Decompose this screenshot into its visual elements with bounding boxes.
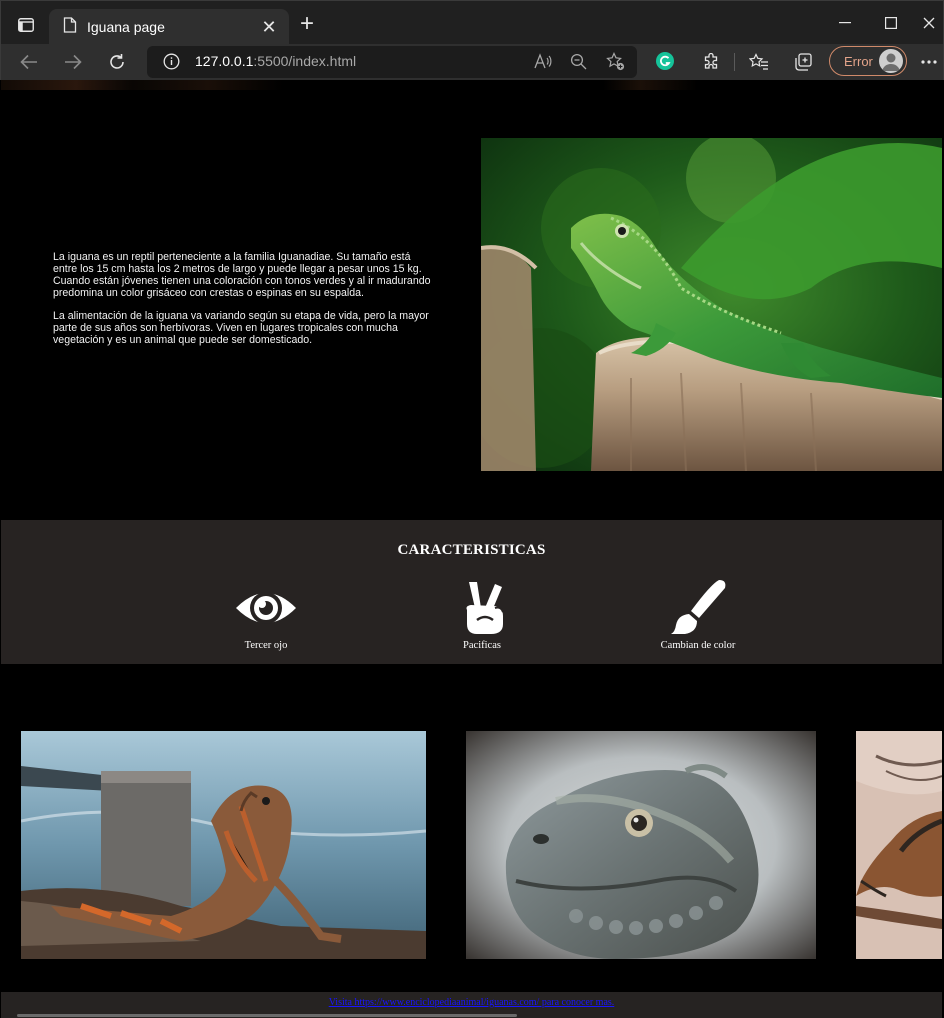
- extensions-icon[interactable]: [697, 48, 725, 76]
- close-icon[interactable]: ✕: [259, 17, 279, 37]
- profile-error-button[interactable]: Error: [829, 46, 907, 76]
- page-icon: [63, 16, 77, 38]
- tab-actions-icon[interactable]: [11, 11, 41, 39]
- grammarly-icon[interactable]: [656, 52, 674, 70]
- url-text[interactable]: 127.0.0.1:5500/index.html: [195, 53, 356, 69]
- feature-pacificas: Pacificas: [412, 578, 552, 651]
- feature-tercer-ojo: Tercer ojo: [196, 578, 336, 651]
- url-host: 127.0.0.1: [195, 53, 254, 69]
- browser-toolbar: 127.0.0.1:5500/index.html Error: [0, 44, 944, 80]
- page-viewport[interactable]: La iguana es un reptil perteneciente a l…: [1, 80, 942, 1018]
- features-title: CARACTERISTICAS: [397, 542, 546, 558]
- close-window-icon[interactable]: [913, 9, 944, 37]
- features-section: CARACTERISTICAS Tercer ojo Pacificas Cam…: [1, 520, 942, 664]
- horizontal-scrollbar[interactable]: [17, 1014, 517, 1017]
- tab-title: Iguana page: [87, 19, 165, 35]
- info-icon[interactable]: [163, 53, 180, 75]
- more-icon[interactable]: [917, 48, 941, 76]
- profile-avatar: [879, 49, 903, 73]
- toolbar-separator: [734, 53, 735, 71]
- back-icon[interactable]: [15, 48, 43, 76]
- maximize-icon[interactable]: [869, 9, 913, 37]
- profile-status: Error: [844, 53, 873, 69]
- header-image-edge: [1, 80, 942, 90]
- intro-text: La iguana es un reptil perteneciente a l…: [53, 251, 433, 357]
- peace-hand-icon: [447, 578, 517, 638]
- address-bar[interactable]: 127.0.0.1:5500/index.html: [147, 46, 637, 78]
- iguana-shore-photo: [21, 731, 426, 959]
- paintbrush-icon: [663, 578, 733, 638]
- reload-icon[interactable]: [103, 48, 131, 76]
- forward-icon[interactable]: [59, 48, 87, 76]
- feature-cambian-color: Cambian de color: [628, 578, 768, 651]
- favorites-icon[interactable]: [745, 48, 773, 76]
- reference-link[interactable]: Visita https://www.enciclopediaanimal/ig…: [329, 997, 615, 1008]
- add-favorite-icon[interactable]: [606, 52, 625, 76]
- feature-label: Tercer ojo: [244, 640, 288, 651]
- zoom-icon[interactable]: [570, 53, 587, 75]
- eye-icon: [231, 578, 301, 638]
- feature-label: Pacificas: [463, 640, 501, 651]
- plus-icon[interactable]: +: [295, 12, 319, 37]
- intro-paragraph-1: La iguana es un reptil perteneciente a l…: [53, 251, 431, 299]
- green-iguana-photo: [481, 138, 942, 471]
- collections-icon[interactable]: [789, 48, 817, 76]
- read-aloud-icon[interactable]: [534, 53, 552, 75]
- feature-label: Cambian de color: [660, 640, 736, 651]
- browser-titlebar: Iguana page ✕ +: [0, 0, 944, 45]
- iguana-sand-photo: [856, 731, 942, 959]
- iguana-head-photo: [466, 731, 816, 959]
- url-path: :5500/index.html: [253, 53, 357, 69]
- browser-tab[interactable]: Iguana page ✕: [49, 9, 289, 45]
- intro-paragraph-2: La alimentación de la iguana va variando…: [53, 310, 429, 346]
- minimize-icon[interactable]: [823, 9, 867, 37]
